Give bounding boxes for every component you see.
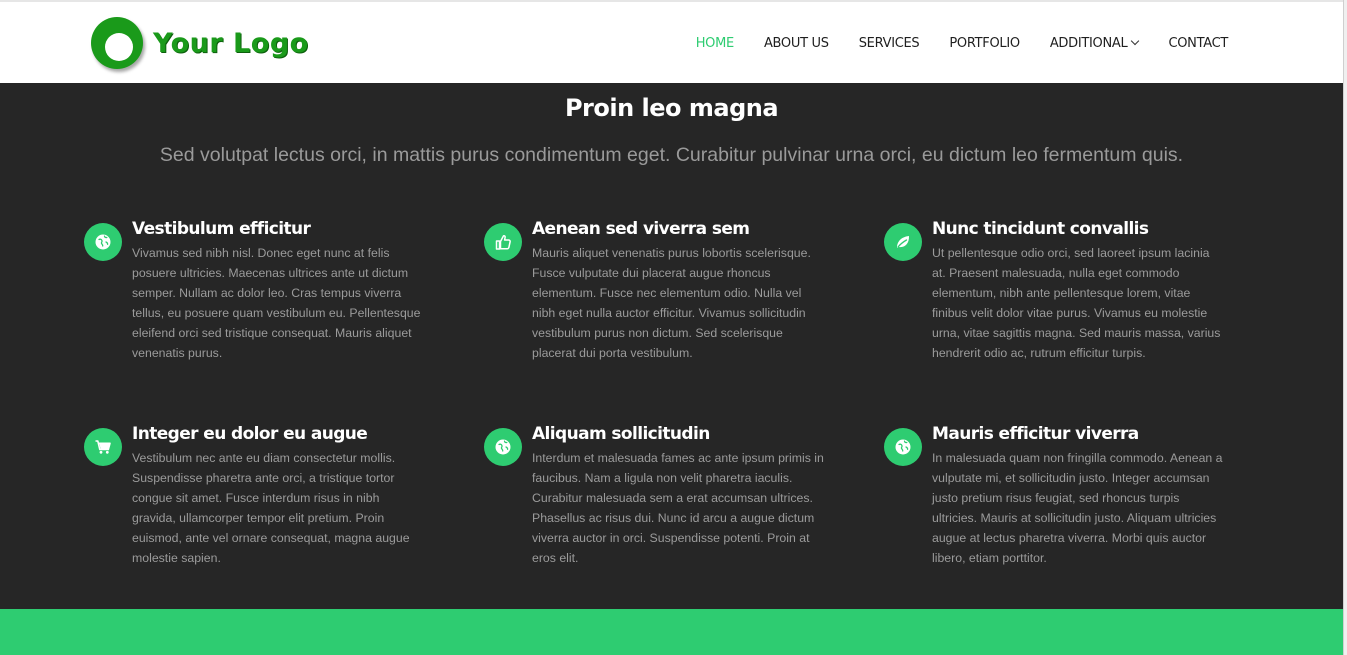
feature-text: Ut pellentesque odio orci, sed laoreet i… bbox=[932, 246, 1221, 360]
logo-text: Your Logo bbox=[153, 27, 309, 59]
nav-item-additional-label: ADDITIONAL bbox=[1049, 36, 1128, 51]
nav-item-contact[interactable]: CONTACT bbox=[1168, 36, 1228, 51]
feature-text: Vivamus sed nibh nisl. Donec eget nunc a… bbox=[132, 246, 421, 360]
site-header: Your Logo HOME ABOUT US SERVICES PORTFOL… bbox=[0, 0, 1343, 83]
features-section: Proin leo magna Sed volutpat lectus orci… bbox=[0, 83, 1343, 609]
globe-icon bbox=[484, 428, 522, 466]
leaf-icon bbox=[884, 223, 922, 261]
feature-title: Vestibulum efficitur bbox=[132, 219, 311, 239]
section-title: Proin leo magna bbox=[564, 94, 779, 122]
feature-text: Interdum et malesuada fames ac ante ipsu… bbox=[532, 451, 824, 565]
feature-item: Vestibulum efficitur Vivamus sed nibh ni… bbox=[84, 218, 424, 363]
feature-item: Aenean sed viverra sem Mauris aliquet ve… bbox=[484, 218, 824, 363]
logo-mark-icon bbox=[91, 17, 143, 69]
feature-title: Mauris efficitur viverra bbox=[932, 424, 1139, 444]
feature-item: Mauris efficitur viverra In malesuada qu… bbox=[884, 423, 1224, 568]
nav-item-portfolio[interactable]: PORTFOLIO bbox=[949, 36, 1020, 51]
section-subtitle: Sed volutpat lectus orci, in mattis puru… bbox=[159, 144, 1184, 166]
feature-item: Nunc tincidunt convallis Ut pellentesque… bbox=[884, 218, 1224, 363]
footer-band bbox=[0, 609, 1343, 655]
feature-item: Integer eu dolor eu augue Vestibulum nec… bbox=[84, 423, 424, 568]
feature-item: Aliquam sollicitudin Interdum et malesua… bbox=[484, 423, 824, 568]
feature-text: Mauris aliquet venenatis purus lobortis … bbox=[532, 246, 811, 360]
feature-title: Nunc tincidunt convallis bbox=[932, 219, 1149, 239]
chevron-down-icon bbox=[1131, 36, 1140, 46]
feature-title: Integer eu dolor eu augue bbox=[132, 424, 368, 444]
main-nav: HOME ABOUT US SERVICES PORTFOLIO ADDITIO… bbox=[696, 36, 1229, 51]
nav-item-about-us[interactable]: ABOUT US bbox=[764, 36, 829, 51]
nav-item-services[interactable]: SERVICES bbox=[859, 36, 920, 51]
globe-icon bbox=[884, 428, 922, 466]
nav-item-home[interactable]: HOME bbox=[696, 36, 735, 51]
cart-icon bbox=[84, 428, 122, 466]
logo[interactable]: Your Logo bbox=[91, 17, 309, 69]
feature-text: In malesuada quam non fringilla commodo.… bbox=[932, 451, 1223, 565]
thumbs-up-icon bbox=[484, 223, 522, 261]
feature-text: Vestibulum nec ante eu diam consectetur … bbox=[132, 451, 410, 565]
scrollbar[interactable] bbox=[1343, 0, 1347, 655]
feature-title: Aliquam sollicitudin bbox=[532, 424, 710, 444]
feature-title: Aenean sed viverra sem bbox=[532, 219, 750, 239]
nav-item-additional[interactable]: ADDITIONAL bbox=[1049, 36, 1140, 51]
globe-icon bbox=[84, 223, 122, 261]
